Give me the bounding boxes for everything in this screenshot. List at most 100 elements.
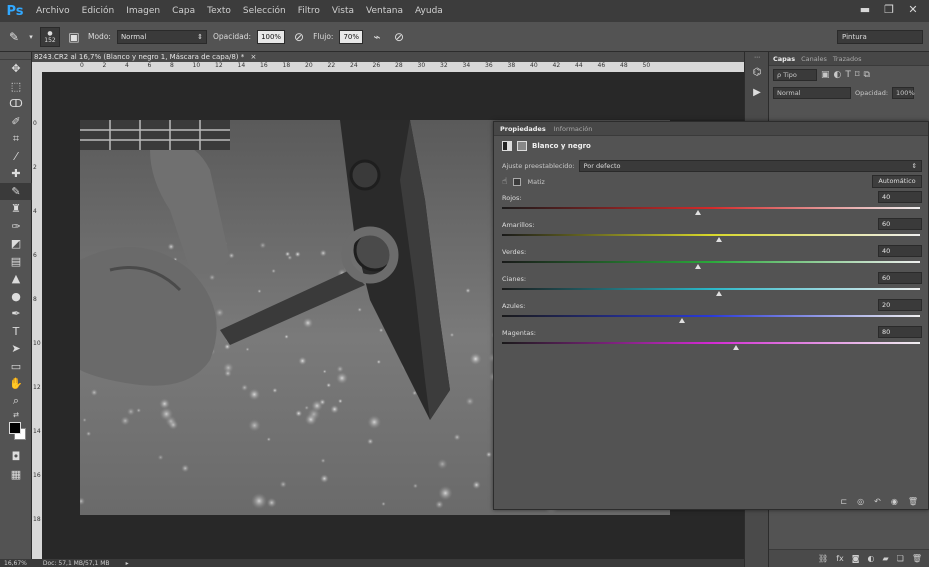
blur-tool-icon[interactable]: ▲ <box>0 270 32 288</box>
slider-value-input[interactable]: 40 <box>878 191 922 203</box>
close-icon[interactable]: ✕ <box>903 3 923 17</box>
preset-select[interactable]: Por defecto ⇕ <box>578 160 922 172</box>
layer-mask-icon[interactable] <box>517 141 527 151</box>
layer-style-icon[interactable]: fx <box>836 554 844 563</box>
filter-type-icon[interactable]: T <box>845 70 851 80</box>
slider-value-input[interactable]: 40 <box>878 245 922 257</box>
size-pressure-icon[interactable]: ⊘ <box>391 30 407 44</box>
menu-ayuda[interactable]: Ayuda <box>409 6 449 16</box>
move-tool-icon[interactable]: ✥ <box>0 60 32 78</box>
doc-size[interactable]: Doc: 57,1 MB/57,1 MB <box>43 560 110 567</box>
quick-select-tool-icon[interactable]: ✐ <box>0 113 32 131</box>
document-tab[interactable]: 8243.CR2 al 16,7% (Blanco y negro 1, Más… <box>32 52 744 62</box>
opacity-pressure-icon[interactable]: ⊘ <box>291 30 307 44</box>
menu-capa[interactable]: Capa <box>166 6 201 16</box>
add-mask-icon[interactable]: ◙ <box>852 554 860 563</box>
clone-stamp-tool-icon[interactable]: ♜ <box>0 200 32 218</box>
menu-imagen[interactable]: Imagen <box>120 6 166 16</box>
dodge-tool-icon[interactable]: ● <box>0 288 32 306</box>
tools-grip[interactable] <box>0 52 31 60</box>
brush-panel-toggle-icon[interactable]: ▣ <box>66 30 82 44</box>
targeted-adjust-hand-icon[interactable]: ☝ <box>502 177 507 187</box>
flow-input[interactable]: 70% <box>339 29 363 44</box>
swap-colors-icon[interactable]: ⇄ <box>0 410 32 420</box>
status-arrow-icon[interactable]: ▸ <box>126 560 129 567</box>
menu-filtro[interactable]: Filtro <box>292 6 326 16</box>
slider-thumb[interactable] <box>716 237 723 242</box>
panel-grip[interactable]: ⋯ <box>745 52 769 62</box>
opacity-input[interactable]: 100% <box>257 29 286 44</box>
slider-track[interactable] <box>502 342 920 344</box>
menu-ventana[interactable]: Ventana <box>360 6 409 16</box>
foreground-color-swatch[interactable] <box>9 422 21 434</box>
slider-thumb[interactable] <box>733 345 740 350</box>
mode-select[interactable]: Normal ⇕ <box>116 29 207 44</box>
menu-vista[interactable]: Vista <box>326 6 360 16</box>
reset-adjustment-icon[interactable]: ↶ <box>874 497 881 506</box>
close-tab-icon[interactable]: × <box>251 53 257 61</box>
menu-archivo[interactable]: Archivo <box>30 6 76 16</box>
brush-tool-icon[interactable]: ✎ <box>0 182 32 200</box>
airbrush-icon[interactable]: ⌁ <box>369 30 385 44</box>
restore-icon[interactable]: ❐ <box>879 3 899 17</box>
slider-thumb[interactable] <box>678 318 685 323</box>
layer-filter-select[interactable]: ρ Tipo <box>773 69 817 81</box>
menu-seleccion[interactable]: Selección <box>237 6 292 16</box>
tab-trazados[interactable]: Trazados <box>833 55 862 63</box>
menu-edicion[interactable]: Edición <box>76 6 121 16</box>
slider-track[interactable] <box>502 288 920 290</box>
menu-texto[interactable]: Texto <box>201 6 237 16</box>
chevron-down-icon[interactable]: ▾ <box>28 33 34 41</box>
slider-track[interactable] <box>502 315 920 317</box>
tab-propiedades[interactable]: Propiedades <box>500 125 546 133</box>
layer-opacity-input[interactable]: 100% <box>892 87 915 99</box>
slider-thumb[interactable] <box>695 210 702 215</box>
slider-track[interactable] <box>502 234 920 236</box>
lasso-tool-icon[interactable]: ↀ <box>0 95 32 113</box>
eraser-tool-icon[interactable]: ◩ <box>0 235 32 253</box>
history-brush-tool-icon[interactable]: ✑ <box>0 218 32 236</box>
workspace-select[interactable]: Pintura <box>837 30 923 44</box>
link-layers-icon[interactable]: ⛓ <box>818 554 828 563</box>
new-layer-icon[interactable]: ❏ <box>897 554 904 563</box>
new-adjustment-icon[interactable]: ◐ <box>868 554 875 563</box>
slider-thumb[interactable] <box>716 291 723 296</box>
gradient-tool-icon[interactable]: ▤ <box>0 253 32 271</box>
slider-track[interactable] <box>502 207 920 209</box>
delete-adjustment-icon[interactable]: 🗑 <box>908 497 918 506</box>
hand-tool-icon[interactable]: ✋ <box>0 375 32 393</box>
slider-value-input[interactable]: 80 <box>878 326 922 338</box>
crop-tool-icon[interactable]: ⌗ <box>0 130 32 148</box>
zoom-tool-icon[interactable]: ⌕ <box>0 393 32 411</box>
slider-value-input[interactable]: 20 <box>878 299 922 311</box>
filter-smart-icon[interactable]: ⧉ <box>864 70 870 80</box>
new-group-icon[interactable]: ▰ <box>883 554 889 563</box>
black-white-adjustment-icon[interactable] <box>502 141 512 151</box>
healing-brush-tool-icon[interactable]: ✚ <box>0 165 32 183</box>
delete-layer-icon[interactable]: 🗑 <box>912 554 922 563</box>
slider-track[interactable] <box>502 261 920 263</box>
blend-mode-select[interactable]: Normal <box>773 87 851 99</box>
tint-checkbox[interactable] <box>513 178 522 186</box>
clip-to-layer-icon[interactable]: ⊏ <box>840 497 847 506</box>
tab-informacion[interactable]: Información <box>554 125 593 133</box>
shape-tool-icon[interactable]: ▭ <box>0 358 32 376</box>
slider-thumb[interactable] <box>695 264 702 269</box>
auto-button[interactable]: Automático <box>872 175 922 188</box>
screen-mode-icon[interactable]: ▦ <box>0 466 32 484</box>
quick-mask-icon[interactable]: ◘ <box>0 448 32 466</box>
filter-adjust-icon[interactable]: ◐ <box>834 70 842 80</box>
zoom-level[interactable]: 16,67% <box>4 560 27 567</box>
horizontal-ruler[interactable]: 0 2 4 6 8 10 12 14 16 18 20 22 24 26 28 30 32 34 36 38 40 42 4… <box>32 62 744 72</box>
slider-value-input[interactable]: 60 <box>878 218 922 230</box>
brush-tool-preset-icon[interactable]: ✎ <box>6 30 22 44</box>
filter-shape-icon[interactable]: ⌑ <box>855 70 860 80</box>
vertical-ruler[interactable]: 0 2 4 6 8 10 12 14 16 18 <box>32 72 42 559</box>
path-select-tool-icon[interactable]: ➤ <box>0 340 32 358</box>
actions-panel-icon[interactable]: ▶ <box>745 82 769 102</box>
minimize-icon[interactable]: ▬ <box>855 3 875 17</box>
pen-tool-icon[interactable]: ✒ <box>0 305 32 323</box>
marquee-tool-icon[interactable]: ⬚ <box>0 78 32 96</box>
brush-size-picker[interactable]: ● 152 <box>40 26 60 47</box>
history-panel-icon[interactable]: ⌬ <box>745 62 769 82</box>
